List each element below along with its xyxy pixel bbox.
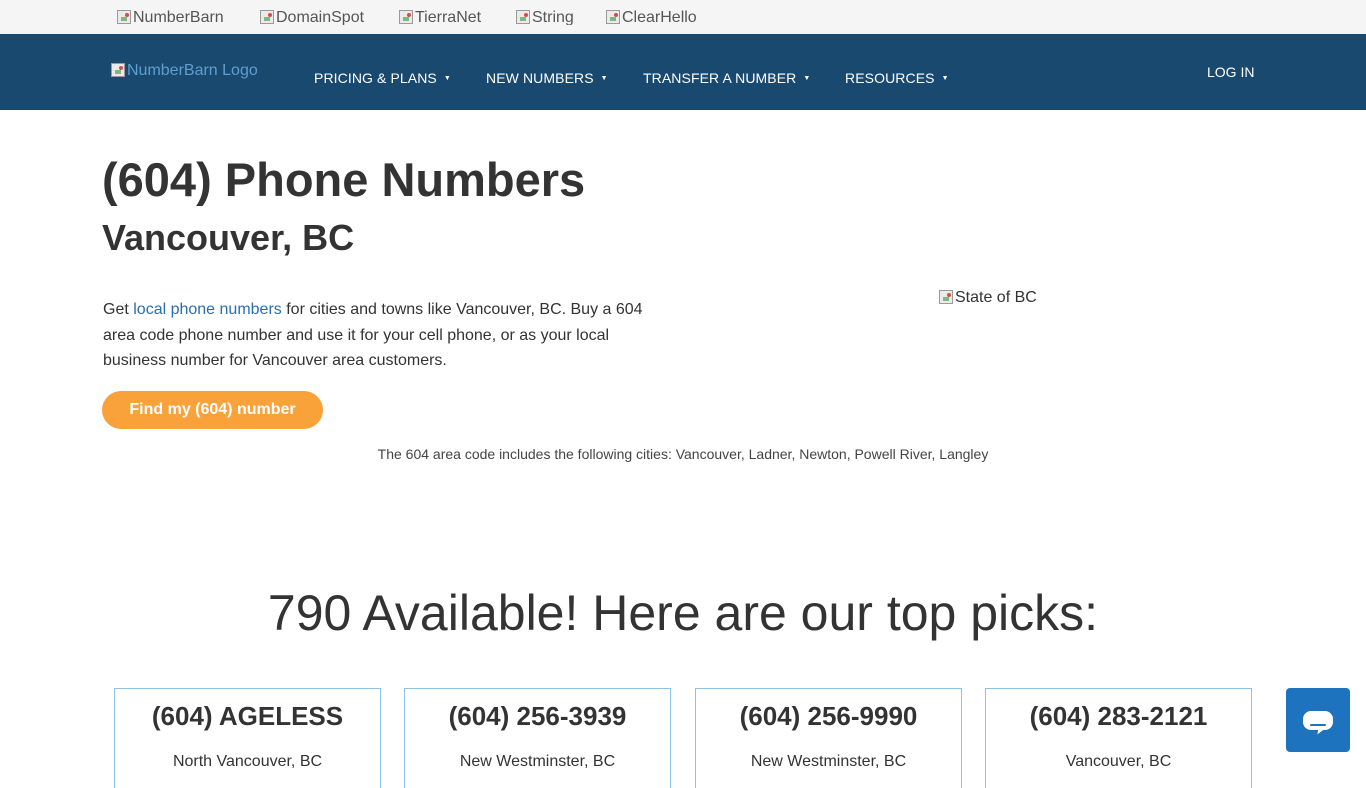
card-number: (604) 283-2121 xyxy=(1029,701,1208,731)
nav-transfer-number[interactable]: TRANSFER A NUMBER ▼ xyxy=(643,70,810,86)
number-card[interactable]: (604) 256-9990 New Westminster, BC xyxy=(695,688,962,788)
number-card[interactable]: (604) 256-3939 New Westminster, BC xyxy=(404,688,671,788)
caret-down-icon: ▼ xyxy=(600,74,608,82)
brand-link-clearhello[interactable]: ClearHello xyxy=(606,9,697,25)
page-title: (604) Phone Numbers xyxy=(102,153,586,206)
broken-image-icon xyxy=(117,10,131,24)
chat-bubble-icon xyxy=(1303,711,1333,730)
brand-link-tierranet[interactable]: TierraNet xyxy=(399,9,481,25)
brand-link-domainspot[interactable]: DomainSpot xyxy=(260,9,364,25)
number-card[interactable]: (604) 283-2121 Vancouver, BC xyxy=(985,688,1252,788)
chat-button[interactable] xyxy=(1286,688,1350,752)
find-number-button[interactable]: Find my (604) number xyxy=(102,391,323,429)
local-numbers-link[interactable]: local phone numbers xyxy=(133,301,282,318)
caret-down-icon: ▼ xyxy=(803,74,811,82)
card-location: New Westminster, BC xyxy=(459,753,616,770)
caret-down-icon: ▼ xyxy=(443,74,451,82)
main-navbar: NumberBarn Logo PRICING & PLANS ▼ NEW NUM… xyxy=(0,34,1366,110)
login-link[interactable]: LOG IN xyxy=(1207,64,1254,80)
number-card[interactable]: (604) AGELESS North Vancouver, BC xyxy=(114,688,381,788)
card-number: (604) AGELESS xyxy=(151,701,344,731)
card-location: North Vancouver, BC xyxy=(172,753,323,770)
brand-bar: NumberBarn DomainSpot TierraNet String C… xyxy=(0,0,1366,34)
brand-link-string[interactable]: String xyxy=(516,9,574,25)
nav-resources[interactable]: RESOURCES ▼ xyxy=(845,70,949,86)
top-picks-heading: 790 Available! Here are our top picks: xyxy=(267,585,1099,641)
card-number: (604) 256-3939 xyxy=(448,701,627,731)
broken-image-icon xyxy=(111,63,125,77)
caret-down-icon: ▼ xyxy=(941,74,949,82)
card-location: Vancouver, BC xyxy=(1065,753,1172,770)
broken-image-icon xyxy=(260,10,274,24)
broken-image-icon xyxy=(399,10,413,24)
intro-paragraph: Get local phone numbers for cities and t… xyxy=(103,301,643,369)
brand-link-numberbarn[interactable]: NumberBarn xyxy=(117,9,224,25)
broken-image-icon xyxy=(516,10,530,24)
card-number: (604) 256-9990 xyxy=(739,701,918,731)
broken-image-icon xyxy=(939,290,953,304)
page-subtitle: Vancouver, BC xyxy=(102,217,355,258)
cities-list-text: The 604 area code includes the following… xyxy=(377,446,989,462)
nav-pricing-plans[interactable]: PRICING & PLANS ▼ xyxy=(314,70,451,86)
state-map-image: State of BC xyxy=(939,289,1037,307)
nav-new-numbers[interactable]: NEW NUMBERS ▼ xyxy=(486,70,608,86)
site-logo[interactable]: NumberBarn Logo xyxy=(111,62,258,80)
broken-image-icon xyxy=(606,10,620,24)
card-location: New Westminster, BC xyxy=(750,753,907,770)
